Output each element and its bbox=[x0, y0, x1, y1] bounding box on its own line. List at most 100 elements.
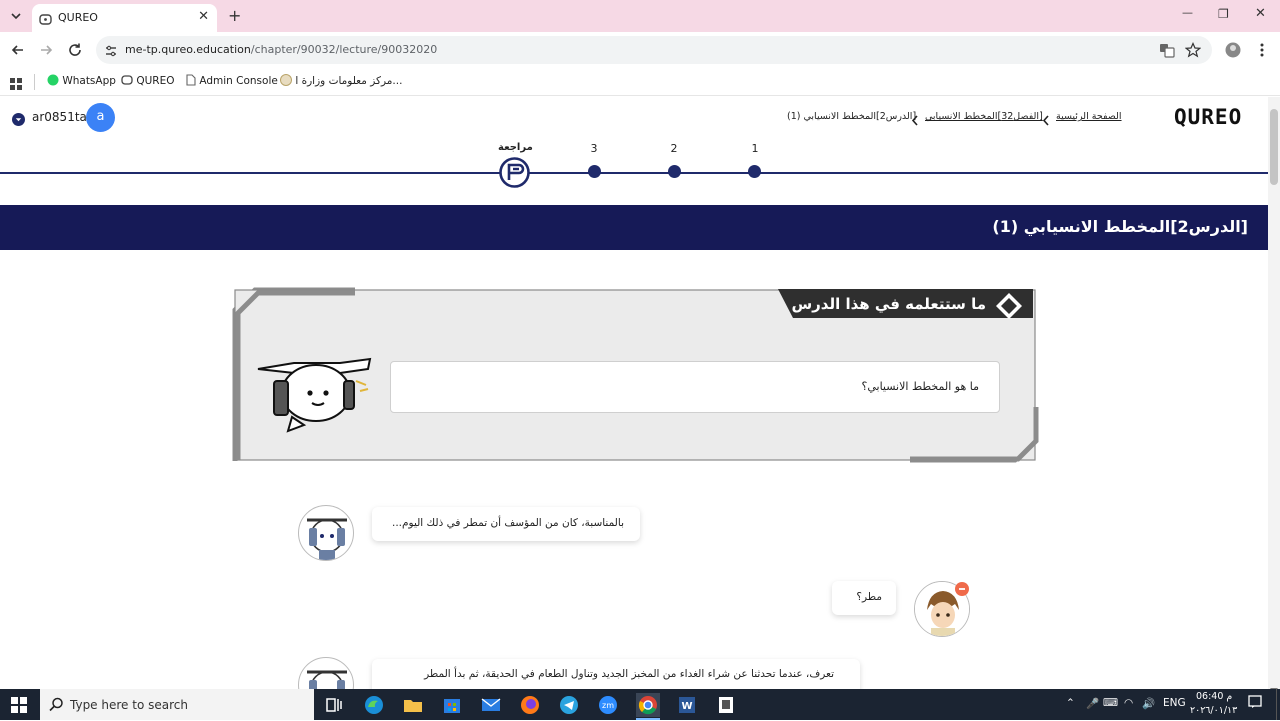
step-dot[interactable] bbox=[588, 165, 601, 178]
bookmarks-divider bbox=[34, 74, 35, 90]
new-tab-button[interactable]: + bbox=[228, 6, 241, 25]
step-dot[interactable] bbox=[748, 165, 761, 178]
breadcrumb-lesson: [الدرس2]المخطط الانسيابي (1) bbox=[787, 111, 917, 122]
user-dropdown-icon[interactable] bbox=[12, 111, 25, 130]
bookmark-ministry-info[interactable]: مركز معلومات وزارة ا... bbox=[280, 74, 402, 87]
breadcrumb-chapter[interactable]: [الفصل32]المخطط الانسيابي bbox=[925, 111, 1043, 122]
chat-message-text: مطر؟ bbox=[856, 591, 882, 603]
robot-mascot-image bbox=[257, 357, 372, 433]
step-review-flag-icon[interactable] bbox=[499, 157, 530, 192]
reload-icon[interactable] bbox=[67, 42, 83, 62]
bookmark-star-icon[interactable] bbox=[1184, 42, 1202, 62]
username[interactable]: ar0851ta bbox=[32, 110, 87, 124]
objectives-heading: ما ستتعلمه في هذا الدرس bbox=[791, 295, 986, 313]
mail-icon[interactable] bbox=[479, 693, 503, 717]
keyboard-icon[interactable]: ⌨ bbox=[1103, 697, 1118, 709]
web-page: ar0851ta a [الدرس2]المخطط الانسيابي (1) … bbox=[0, 97, 1268, 689]
browser-tab-bar: QUREO ✕ + — ❐ ✕ bbox=[0, 0, 1280, 32]
chat-message-text: بالمناسبة، كان من المؤسف أن تمطر في ذلك … bbox=[392, 517, 624, 529]
bookmark-label: QUREO bbox=[136, 75, 175, 87]
clock-time[interactable]: 06:40 م bbox=[1196, 691, 1232, 702]
globe-icon bbox=[280, 74, 292, 86]
bookmark-label: Admin Console bbox=[199, 75, 278, 87]
page-scrollbar[interactable] bbox=[1268, 97, 1280, 693]
browser-tab[interactable]: QUREO ✕ bbox=[32, 4, 217, 32]
search-placeholder: Type here to search bbox=[70, 698, 188, 712]
reaction-badge-icon bbox=[954, 581, 970, 601]
back-icon[interactable] bbox=[10, 42, 26, 62]
translate-icon[interactable] bbox=[1159, 42, 1175, 62]
bookmark-qureo[interactable]: QUREO bbox=[121, 74, 175, 87]
page-icon bbox=[186, 74, 196, 86]
bookmark-label: مركز معلومات وزارة ا... bbox=[295, 75, 403, 87]
lesson-title: [الدرس2]المخطط الانسيابي (1) bbox=[992, 217, 1248, 236]
window-close-button[interactable]: ✕ bbox=[1255, 6, 1266, 21]
firefox-icon[interactable] bbox=[518, 693, 542, 717]
bookmark-whatsapp[interactable]: WhatsApp bbox=[47, 74, 116, 87]
tab-close-icon[interactable]: ✕ bbox=[198, 9, 209, 24]
task-view-icon[interactable] bbox=[322, 693, 346, 717]
svg-text:W: W bbox=[681, 701, 692, 712]
profile-icon[interactable] bbox=[1225, 42, 1241, 62]
browser-menu-icon[interactable] bbox=[1258, 42, 1266, 62]
zoom-icon[interactable]: zm bbox=[596, 693, 620, 717]
chat-message-boy: مطر؟ bbox=[832, 581, 896, 615]
tab-search-icon[interactable] bbox=[8, 8, 24, 24]
tray-overflow-icon[interactable]: ⌃ bbox=[1066, 697, 1075, 709]
microphone-icon[interactable]: 🎤 bbox=[1086, 697, 1099, 710]
word-icon[interactable]: W bbox=[675, 693, 699, 717]
url-host: me-tp.qureo.education bbox=[125, 43, 251, 56]
store-icon[interactable] bbox=[440, 693, 464, 717]
show-desktop-button[interactable] bbox=[1276, 689, 1280, 720]
lesson-title-bar: [الدرس2]المخطط الانسيابي (1) bbox=[0, 205, 1268, 250]
chat-message-robot: تعرف، عندما تحدثنا عن شراء الغداء من الم… bbox=[372, 659, 860, 689]
windows-taskbar: Type here to search zm W ⌃ 🎤 ⌨ ◠ 🔊 ENG 0… bbox=[0, 689, 1280, 720]
scrollbar-thumb[interactable] bbox=[1270, 109, 1278, 185]
robot-avatar bbox=[298, 505, 354, 561]
address-bar[interactable]: me-tp.qureo.education/chapter/90032/lect… bbox=[96, 36, 1212, 64]
edge-icon[interactable] bbox=[362, 693, 386, 717]
language-indicator[interactable]: ENG bbox=[1163, 697, 1186, 709]
wifi-icon[interactable]: ◠ bbox=[1124, 697, 1133, 709]
bookmark-admin-console[interactable]: Admin Console bbox=[186, 74, 278, 87]
window-restore-button[interactable]: ❐ bbox=[1218, 7, 1229, 21]
browser-toolbar: me-tp.qureo.education/chapter/90032/lect… bbox=[0, 32, 1280, 68]
qureo-logo[interactable]: QUREO bbox=[1174, 105, 1242, 129]
chat-message-text: تعرف، عندما تحدثنا عن شراء الغداء من الم… bbox=[424, 668, 834, 680]
file-explorer-icon[interactable] bbox=[401, 693, 425, 717]
objective-question: ما هو المخطط الانسيابي؟ bbox=[861, 380, 980, 393]
apps-grid-icon[interactable] bbox=[10, 75, 22, 94]
step-number: 3 bbox=[590, 142, 598, 155]
volume-icon[interactable]: 🔊 bbox=[1142, 697, 1155, 710]
chrome-icon[interactable] bbox=[636, 693, 660, 717]
progress-line bbox=[0, 172, 1268, 174]
svg-text:zm: zm bbox=[602, 701, 614, 710]
avatar[interactable]: a bbox=[86, 103, 115, 132]
whatsapp-icon bbox=[47, 74, 59, 86]
step-review-label: مراجعة bbox=[498, 142, 533, 153]
notifications-icon[interactable] bbox=[1248, 695, 1262, 712]
tab-title: QUREO bbox=[58, 11, 98, 24]
step-number: 2 bbox=[670, 142, 678, 155]
window-minimize-button[interactable]: — bbox=[1182, 6, 1193, 19]
site-settings-icon[interactable] bbox=[104, 43, 118, 62]
app-icon[interactable] bbox=[714, 693, 738, 717]
qureo-icon bbox=[121, 75, 133, 85]
chevron-left-icon bbox=[911, 111, 919, 130]
robot-avatar bbox=[298, 657, 354, 689]
diamond-icon bbox=[994, 291, 1024, 325]
forward-icon[interactable] bbox=[38, 42, 54, 62]
url-text[interactable]: me-tp.qureo.education/chapter/90032/lect… bbox=[125, 43, 437, 56]
step-dot[interactable] bbox=[668, 165, 681, 178]
chevron-left-icon bbox=[1042, 111, 1050, 130]
qureo-favicon-icon bbox=[39, 11, 52, 25]
chat-message-robot: بالمناسبة، كان من المؤسف أن تمطر في ذلك … bbox=[372, 507, 640, 541]
search-icon bbox=[49, 697, 64, 716]
bookmark-label: WhatsApp bbox=[62, 75, 116, 87]
taskbar-search-box[interactable]: Type here to search bbox=[40, 689, 314, 720]
windows-start-icon[interactable] bbox=[11, 697, 27, 717]
clock-date[interactable]: ٢٠٢٦/٠١/١٣ bbox=[1190, 705, 1237, 716]
step-number: 1 bbox=[751, 142, 759, 155]
telegram-icon[interactable] bbox=[557, 693, 581, 717]
breadcrumb-home[interactable]: الصفحة الرئيسية bbox=[1056, 111, 1122, 122]
